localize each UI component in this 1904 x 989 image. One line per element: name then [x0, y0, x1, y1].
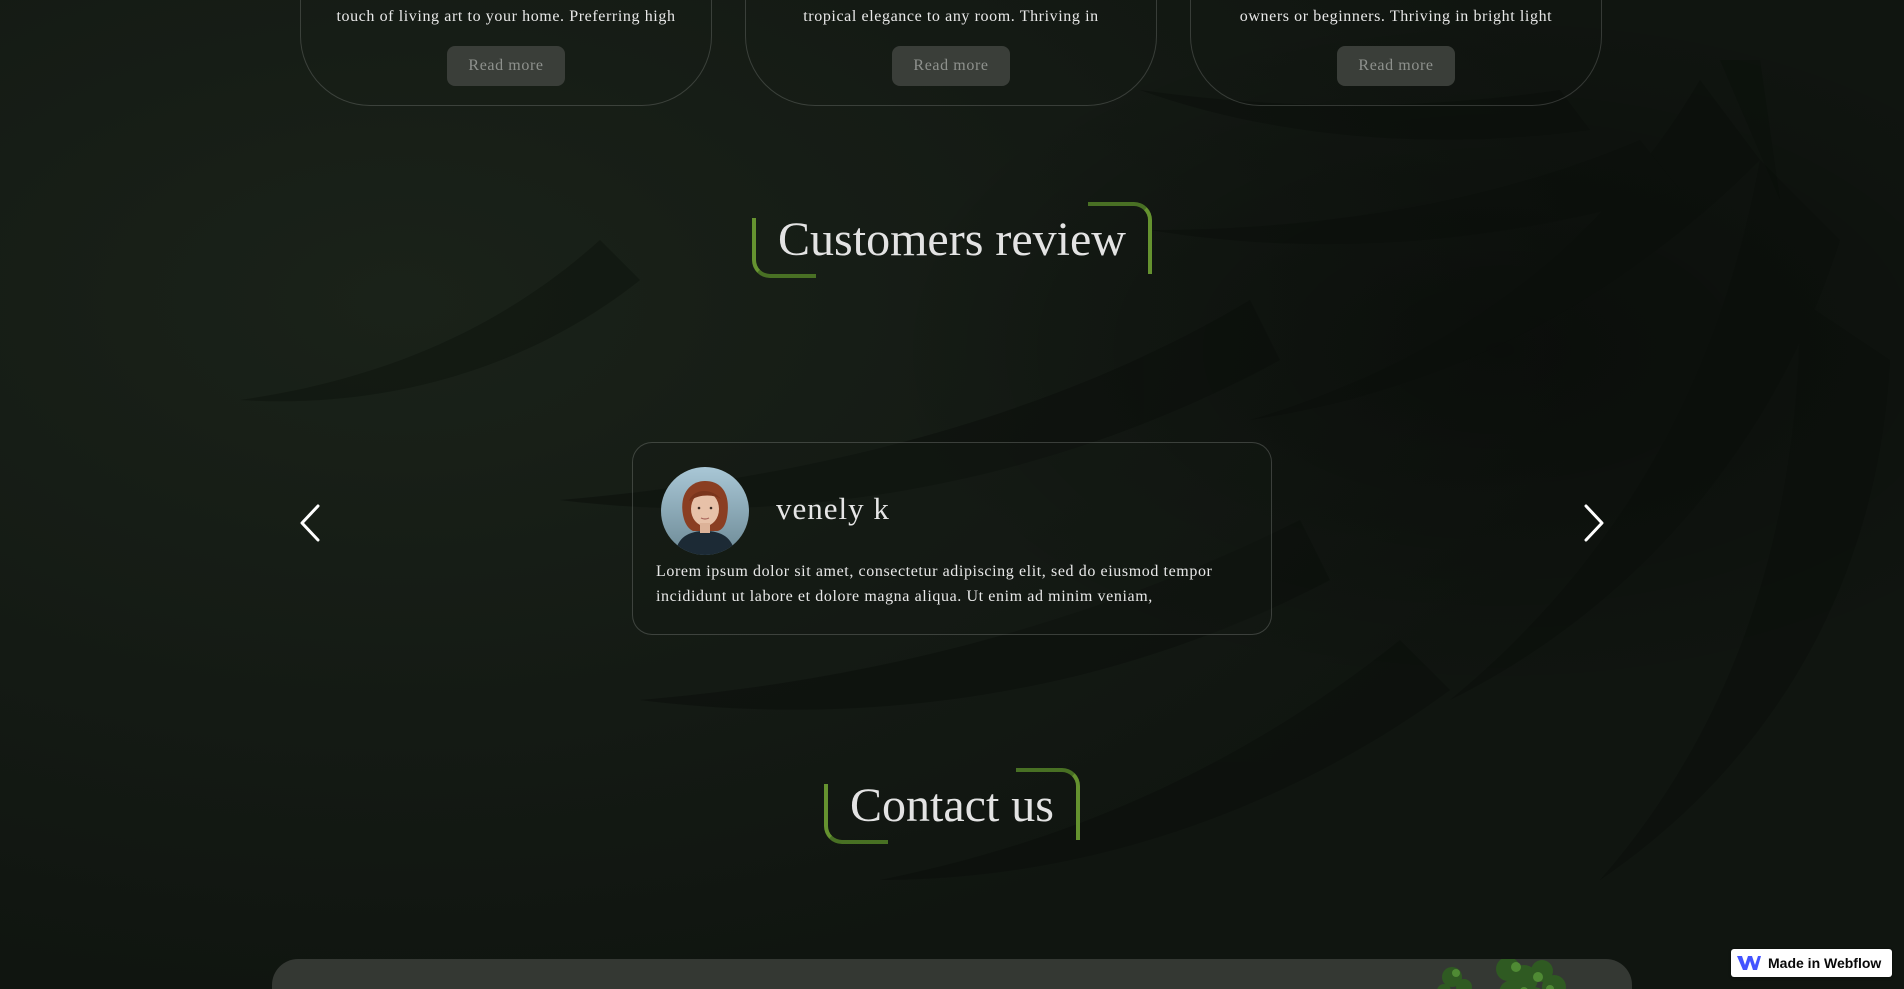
reviews-title: Customers review — [778, 213, 1126, 266]
reviews-section-header: Customers review — [0, 202, 1904, 278]
plant-decoration — [1437, 959, 1566, 989]
badge-label: Made in Webflow — [1768, 955, 1882, 971]
webflow-logo-icon — [1737, 956, 1761, 970]
product-card: tropical elegance to any room. Thriving … — [745, 0, 1157, 106]
green-bracket-decoration — [752, 218, 817, 278]
contact-panel — [272, 959, 1632, 989]
made-in-webflow-badge[interactable]: Made in Webflow — [1731, 949, 1892, 977]
contact-section-header: Contact us — [0, 768, 1904, 844]
product-card: owners or beginners. Thriving in bright … — [1190, 0, 1602, 106]
review-text: Lorem ipsum dolor sit amet, consectetur … — [656, 563, 1213, 605]
review-card: venely k Lorem ipsum dolor sit amet, con… — [632, 442, 1272, 635]
green-bracket-decoration — [1087, 202, 1152, 274]
avatar — [661, 467, 749, 555]
read-more-button[interactable]: Read more — [892, 46, 1010, 86]
reviewer-photo — [661, 467, 749, 555]
product-card: touch of living art to your home. Prefer… — [300, 0, 712, 106]
section-title: Customers review — [752, 202, 1152, 278]
page: touch of living art to your home. Prefer… — [0, 0, 1904, 989]
product-card-description: owners or beginners. Thriving in bright … — [1239, 8, 1553, 25]
green-bracket-decoration — [824, 784, 888, 844]
chevron-left-icon[interactable] — [296, 502, 326, 544]
section-title: Contact us — [824, 768, 1080, 844]
read-more-button[interactable]: Read more — [1337, 46, 1455, 86]
product-card-description: touch of living art to your home. Prefer… — [336, 8, 676, 25]
read-more-button[interactable]: Read more — [447, 46, 565, 86]
reviewer-name: venely k — [776, 491, 890, 526]
green-bracket-decoration — [1015, 768, 1080, 840]
product-card-description: tropical elegance to any room. Thriving … — [803, 8, 1099, 25]
chevron-right-icon[interactable] — [1578, 502, 1608, 544]
